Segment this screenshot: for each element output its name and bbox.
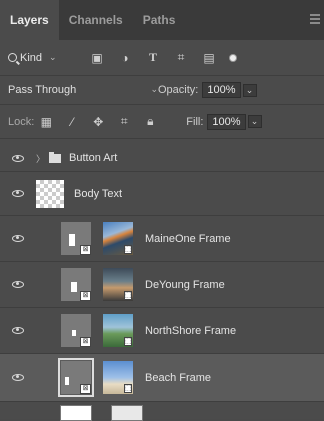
- filter-icons: ▣ ◑ T ⌗ ▤: [90, 50, 236, 65]
- opacity-label: Opacity:: [158, 84, 199, 96]
- search-icon: [8, 53, 17, 62]
- layer-name: Button Art: [69, 152, 118, 164]
- photo-thumbnail: ⬚: [103, 314, 133, 347]
- blend-row: Pass Through ⌄ Opacity: 100% ⌄: [0, 76, 324, 105]
- visibility-toggle[interactable]: [0, 190, 36, 197]
- photo-thumbnail: ⬚: [103, 222, 133, 255]
- text-layer-thumbnail: [36, 179, 64, 208]
- fill-dropdown[interactable]: ⌄: [247, 115, 262, 128]
- lock-label: Lock:: [8, 115, 35, 128]
- visibility-toggle[interactable]: [0, 327, 36, 334]
- visibility-toggle[interactable]: [0, 154, 36, 162]
- panel-tab-bar: Layers Channels Paths: [0, 0, 324, 40]
- layer-name: Beach Frame: [145, 371, 212, 384]
- layer-row-maineone-frame[interactable]: ⊠ ⬚ MaineOne Frame: [0, 216, 324, 262]
- expand-triangle-icon[interactable]: 〉: [36, 152, 45, 165]
- tab-channels[interactable]: Channels: [59, 0, 133, 40]
- type-filter-icon[interactable]: T: [146, 50, 160, 65]
- layer-name: MaineOne Frame: [145, 232, 231, 245]
- panel-menu-icon[interactable]: [310, 12, 320, 26]
- opacity-dropdown[interactable]: ⌄: [242, 83, 257, 97]
- opacity-input[interactable]: 100%: [202, 82, 241, 98]
- lock-icons: ▦ ⁄ ✥ ⌗ 🔒︎: [40, 114, 156, 129]
- layer-name: Body Text: [74, 187, 123, 200]
- layer-row-northshore-frame[interactable]: ⊠ ⬚ NorthShore Frame: [0, 308, 324, 354]
- layer-list: 〉 Button Art Body Text ⊠ ⬚ MaineOne Fram…: [0, 145, 324, 402]
- image-filter-icon[interactable]: ▣: [90, 51, 104, 65]
- smart-object-filter-icon[interactable]: ▤: [202, 51, 216, 65]
- tab-layers[interactable]: Layers: [0, 0, 59, 40]
- visibility-toggle[interactable]: [0, 281, 36, 288]
- kind-filter-label: Kind: [20, 51, 43, 64]
- eye-icon: [12, 154, 24, 162]
- layers-panel: Layers Channels Paths Kind ⌄ ▣ ◑ T ⌗ ▤ P…: [0, 0, 324, 421]
- layer-name: NorthShore Frame: [145, 324, 237, 337]
- eye-icon: [12, 235, 24, 242]
- frame-thumbnail: ⊠: [61, 314, 91, 347]
- visibility-toggle[interactable]: [0, 374, 36, 381]
- filter-row: Kind ⌄ ▣ ◑ T ⌗ ▤: [0, 40, 324, 76]
- chevron-down-icon: ⌄: [150, 84, 158, 94]
- photo-thumbnail: ⬚: [103, 361, 133, 394]
- layer-row-button-art[interactable]: 〉 Button Art: [0, 145, 324, 172]
- layer-name: DeYoung Frame: [145, 278, 225, 291]
- lock-transparent-icon[interactable]: ▦: [40, 115, 52, 129]
- frame-thumbnail: ⊠: [61, 222, 91, 255]
- adjustment-filter-icon[interactable]: ◑: [118, 51, 132, 65]
- fill-input[interactable]: 100%: [207, 113, 246, 130]
- tab-paths[interactable]: Paths: [133, 0, 186, 40]
- visibility-toggle[interactable]: [0, 235, 36, 242]
- lock-image-icon[interactable]: ⁄: [66, 115, 78, 129]
- eye-icon: [12, 190, 24, 197]
- blend-mode-value: Pass Through: [8, 84, 77, 96]
- layer-row-body-text[interactable]: Body Text: [0, 172, 324, 216]
- fill-label: Fill:: [186, 115, 204, 128]
- photo-thumbnail: ⬚: [103, 268, 133, 301]
- filter-toggle-icon[interactable]: [230, 54, 236, 61]
- lock-all-icon[interactable]: 🔒︎: [144, 114, 156, 129]
- folder-icon: [49, 151, 62, 163]
- eye-icon: [12, 374, 24, 381]
- eye-icon: [12, 281, 24, 288]
- layer-row-beach-frame[interactable]: ⊠ ⬚ Beach Frame: [0, 354, 324, 402]
- chevron-down-icon: ⌄: [49, 52, 57, 62]
- frame-thumbnail: ⊠: [58, 358, 94, 397]
- eye-icon: [12, 327, 24, 334]
- lock-row: Lock: ▦ ⁄ ✥ ⌗ 🔒︎ Fill: 100% ⌄: [0, 105, 324, 139]
- lock-position-icon[interactable]: ✥: [92, 115, 104, 129]
- lock-artboard-icon[interactable]: ⌗: [118, 114, 130, 129]
- frame-thumbnail: ⊠: [61, 268, 91, 301]
- kind-filter-select[interactable]: Kind ⌄: [8, 52, 78, 64]
- shape-filter-icon[interactable]: ⌗: [174, 50, 188, 65]
- layer-row-deyoung-frame[interactable]: ⊠ ⬚ DeYoung Frame: [0, 262, 324, 308]
- blend-mode-select[interactable]: Pass Through ⌄: [8, 84, 158, 96]
